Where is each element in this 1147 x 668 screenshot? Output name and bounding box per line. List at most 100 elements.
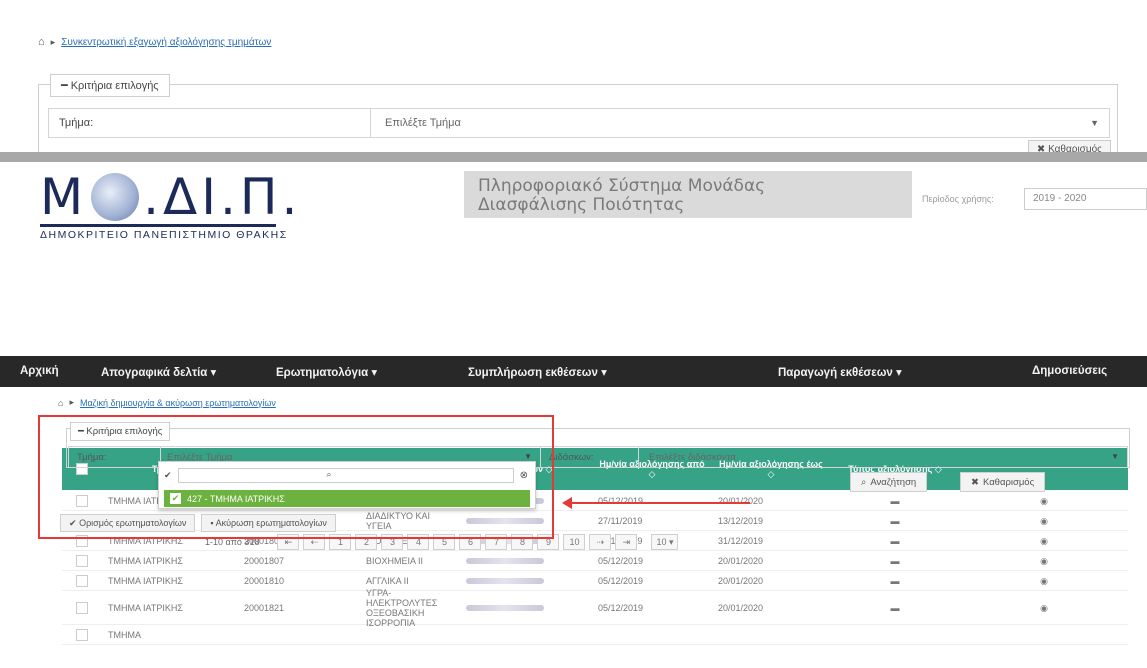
row-select-cell bbox=[62, 554, 102, 567]
bg-criteria-legend[interactable]: ━ Κριτήρια επιλογής bbox=[50, 74, 170, 97]
cell-title: ΥΓΡΑ-ΗΛΕΚΤΡΟΛΥΤΕΣ ΟΞΕΟΒΑΣΙΚΗ ΙΣΟΡΡΟΠΙΑ bbox=[366, 587, 438, 628]
cell-code: 20001810 bbox=[244, 575, 285, 586]
breadcrumb-separator-icon: ▸ bbox=[50, 36, 56, 47]
table-row[interactable]: ΤΜΗΜΑ bbox=[62, 625, 1128, 645]
cell-eval-type: ▬ bbox=[830, 603, 960, 613]
cell-date-to: 20/01/2020 bbox=[718, 555, 764, 566]
row-checkbox[interactable] bbox=[76, 554, 88, 567]
cell-title: ΒΙΟΧΗΜΕΙΑ ΙΙ bbox=[366, 555, 424, 566]
bg-dept-label: Τμήμα: bbox=[49, 109, 371, 137]
view-icon[interactable]: ◉ bbox=[1040, 556, 1048, 566]
teacher-redacted bbox=[466, 604, 544, 611]
cell-date-to: 20/01/2020 bbox=[718, 575, 764, 586]
row-checkbox[interactable] bbox=[76, 628, 88, 641]
page-10[interactable]: 10 bbox=[563, 534, 586, 550]
cell-teacher bbox=[460, 557, 592, 564]
cell-date-to: 20/01/2020 bbox=[718, 495, 764, 506]
eval-type-icon: ▬ bbox=[890, 602, 900, 613]
last-page-button[interactable]: ⇥ bbox=[615, 534, 638, 550]
main-nav: Αρχική Απογραφικά δελτία ▾ Ερωτηματολόγι… bbox=[0, 356, 1147, 387]
annotation-arrow-line bbox=[570, 502, 750, 504]
row-checkbox[interactable] bbox=[76, 601, 88, 614]
home-icon[interactable]: ⌂ bbox=[58, 398, 63, 408]
eval-type-icon: ▬ bbox=[890, 555, 900, 566]
view-icon[interactable]: ◉ bbox=[1040, 496, 1048, 506]
period-select[interactable]: 2019 - 2020 bbox=[1024, 188, 1147, 210]
nav-item-questionnaires[interactable]: Ερωτηματολόγια ▾ bbox=[276, 365, 377, 379]
cell-eval-type: ▬ bbox=[830, 556, 960, 566]
view-icon[interactable]: ◉ bbox=[1040, 603, 1048, 613]
cell-teacher bbox=[460, 577, 592, 584]
eval-type-icon: ▬ bbox=[890, 495, 900, 506]
cell-eval-type: ▬ bbox=[830, 576, 960, 586]
view-icon[interactable]: ◉ bbox=[1040, 576, 1048, 586]
cell-date-to: 20/01/2020 bbox=[718, 602, 764, 613]
cell-code: 20001807 bbox=[244, 555, 285, 566]
page-size-select[interactable]: 10 ▾ bbox=[651, 534, 679, 550]
site-logo[interactable]: Μ .ΔΙ.Π. ΔΗΜΟΚΡΙΤΕΙΟ ΠΑΝΕΠΙΣΤΗΜΙΟ ΘΡΑΚΗΣ bbox=[40, 172, 301, 241]
cell-date-from: 05/12/2019 bbox=[598, 495, 644, 506]
search-icon: ⌕ bbox=[861, 476, 867, 488]
home-icon[interactable]: ⌂ bbox=[38, 36, 45, 48]
teacher-select[interactable]: Επιλέξτε διδάσκοντα ▼ bbox=[639, 447, 1127, 467]
row-select-cell bbox=[62, 601, 102, 614]
cell-actions: ◉ bbox=[960, 603, 1128, 613]
nav-item-generate-reports[interactable]: Παραγωγή εκθέσεων ▾ bbox=[778, 365, 902, 379]
teacher-label: Διδάσκων: bbox=[541, 447, 639, 467]
row-select-cell bbox=[62, 574, 102, 587]
cell-dept: ΤΜΗΜΑ ΙΑΤΡΙΚΗΣ bbox=[108, 602, 183, 613]
nav-item-publications[interactable]: Δημοσιεύσεις bbox=[1032, 365, 1107, 377]
cell-actions: ◉ bbox=[960, 496, 1128, 506]
cell-title: ΑΓΓΛΙΚΑ ΙΙ bbox=[366, 575, 409, 586]
view-icon[interactable]: ◉ bbox=[1040, 536, 1048, 546]
nav-item-home[interactable]: Αρχική bbox=[20, 365, 59, 377]
cell-code: 20001821 bbox=[244, 602, 285, 613]
period-label: Περίοδος χρήσης: bbox=[922, 194, 994, 204]
cell-actions: ◉ bbox=[960, 556, 1128, 566]
chevron-down-icon: ▼ bbox=[1111, 452, 1119, 461]
next-page-button[interactable]: ⇢ bbox=[589, 534, 612, 550]
logo-subtitle: ΔΗΜΟΚΡΙΤΕΙΟ ΠΑΝΕΠΙΣΤΗΜΙΟ ΘΡΑΚΗΣ bbox=[40, 229, 288, 241]
cell-eval-type: ▬ bbox=[830, 516, 960, 526]
cell-dept: ΤΜΗΜΑ ΙΑΤΡΙΚΗΣ bbox=[108, 555, 183, 566]
row-checkbox[interactable] bbox=[76, 574, 88, 587]
view-icon[interactable]: ◉ bbox=[1040, 516, 1048, 526]
screenshot-divider bbox=[0, 152, 1147, 162]
cell-dept: ΤΜΗΜΑ bbox=[108, 629, 141, 640]
logo-letters: Μ .ΔΙ.Π. bbox=[40, 168, 302, 226]
table-row[interactable]: ΤΜΗΜΑ ΙΑΤΡΙΚΗΣ 20001807 ΒΙΟΧΗΜΕΙΑ ΙΙ 05/12/… bbox=[62, 551, 1128, 571]
cell-date-from: 27/11/2019 bbox=[598, 515, 643, 526]
bg-dept-select[interactable]: Επιλέξτε Τμήμα ▼ bbox=[371, 109, 1109, 137]
cell-date-from: 05/12/2019 bbox=[598, 602, 644, 613]
eval-type-icon: ▬ bbox=[890, 515, 900, 526]
bg-breadcrumb: ⌂ ▸ Συνκεντρωτική εξαγωγή αξιολόγησης τμ… bbox=[38, 36, 271, 48]
breadcrumb-separator-icon: ▸ bbox=[69, 397, 74, 407]
close-icon: ✖ bbox=[971, 476, 979, 488]
page-breadcrumb: ⌂ ▸ Μαζική δημιουργία & ακύρωση ερωτηματ… bbox=[58, 397, 276, 408]
cell-actions: ◉ bbox=[960, 576, 1128, 586]
cell-actions: ◉ bbox=[960, 516, 1128, 526]
globe-icon bbox=[91, 173, 140, 221]
nav-item-records[interactable]: Απογραφικά δελτία ▾ bbox=[101, 365, 216, 379]
annotation-arrow-icon bbox=[562, 497, 572, 509]
cell-date-from: 05/12/2019 bbox=[598, 575, 644, 586]
cell-eval-type: ▬ bbox=[830, 496, 960, 506]
teacher-redacted bbox=[466, 577, 544, 584]
collapse-icon: ━ bbox=[61, 80, 68, 92]
cell-teacher bbox=[460, 604, 592, 611]
search-button[interactable]: ⌕ Αναζήτηση bbox=[850, 472, 928, 492]
cell-date-from: 05/12/2019 bbox=[598, 555, 644, 566]
bg-breadcrumb-link[interactable]: Συνκεντρωτική εξαγωγή αξιολόγησης τμημάτ… bbox=[61, 37, 271, 48]
teacher-redacted bbox=[466, 557, 544, 564]
cell-dept: ΤΜΗΜΑ ΙΑΤΡΙΚΗΣ bbox=[108, 575, 183, 586]
eval-type-icon: ▬ bbox=[890, 535, 900, 546]
cell-date-to: 31/12/2019 bbox=[718, 535, 764, 546]
nav-item-fill-reports[interactable]: Συμπλήρωση εκθέσεων ▾ bbox=[468, 365, 607, 379]
bg-dept-row: Τμήμα: Επιλέξτε Τμήμα ▼ bbox=[48, 108, 1110, 138]
page-breadcrumb-link[interactable]: Μαζική δημιουργία & ακύρωση ερωτηματολογ… bbox=[80, 398, 276, 408]
system-title: Πληροφοριακό Σύστημα Μονάδας Διασφάλισης… bbox=[464, 171, 912, 218]
table-row[interactable]: ΤΜΗΜΑ ΙΑΤΡΙΚΗΣ 20001821 ΥΓΡΑ-ΗΛΕΚΤΡΟΛΥΤΕΣ … bbox=[62, 587, 1128, 628]
table-row[interactable]: ΤΜΗΜΑ ΙΑΤΡΙΚΗΣ 20001810 ΑΓΓΛΙΚΑ ΙΙ 05/12/20… bbox=[62, 571, 1128, 591]
cell-actions: ◉ bbox=[960, 536, 1128, 546]
clear-button[interactable]: ✖ Καθαρισμός bbox=[960, 472, 1046, 492]
